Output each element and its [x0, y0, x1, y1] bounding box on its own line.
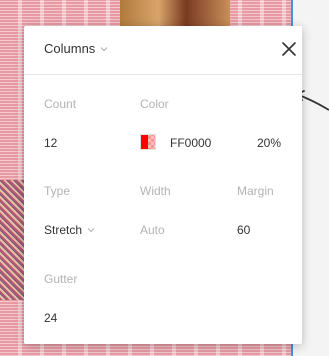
panel-title: Columns: [44, 41, 96, 56]
margin-label: Margin: [237, 184, 274, 198]
type-dropdown[interactable]: Stretch: [44, 223, 96, 237]
close-icon[interactable]: [280, 40, 298, 58]
count-input[interactable]: 12: [44, 136, 57, 150]
color-swatch-fill: [141, 135, 148, 149]
type-label: Type: [44, 184, 71, 198]
width-label: Width: [140, 184, 171, 198]
gutter-label: Gutter: [44, 272, 78, 286]
width-input[interactable]: Auto: [140, 223, 165, 237]
grid-type-dropdown[interactable]: Columns: [44, 41, 109, 56]
chevron-down-icon: [87, 228, 95, 233]
color-opacity-input[interactable]: 20%: [257, 136, 281, 150]
chevron-down-icon: [100, 46, 108, 51]
panel-header: Columns: [24, 26, 302, 75]
layout-grid-panel: Columns Count Color 12 FF0000 20% Type W…: [24, 26, 302, 344]
canvas-image-left: [0, 180, 24, 300]
gutter-input[interactable]: 24: [44, 311, 57, 325]
count-label: Count: [44, 97, 77, 111]
color-label: Color: [140, 97, 169, 111]
color-hex-input[interactable]: FF0000: [170, 136, 211, 150]
type-value: Stretch: [44, 223, 83, 237]
margin-input[interactable]: 60: [237, 223, 250, 237]
color-swatch[interactable]: [140, 134, 156, 150]
